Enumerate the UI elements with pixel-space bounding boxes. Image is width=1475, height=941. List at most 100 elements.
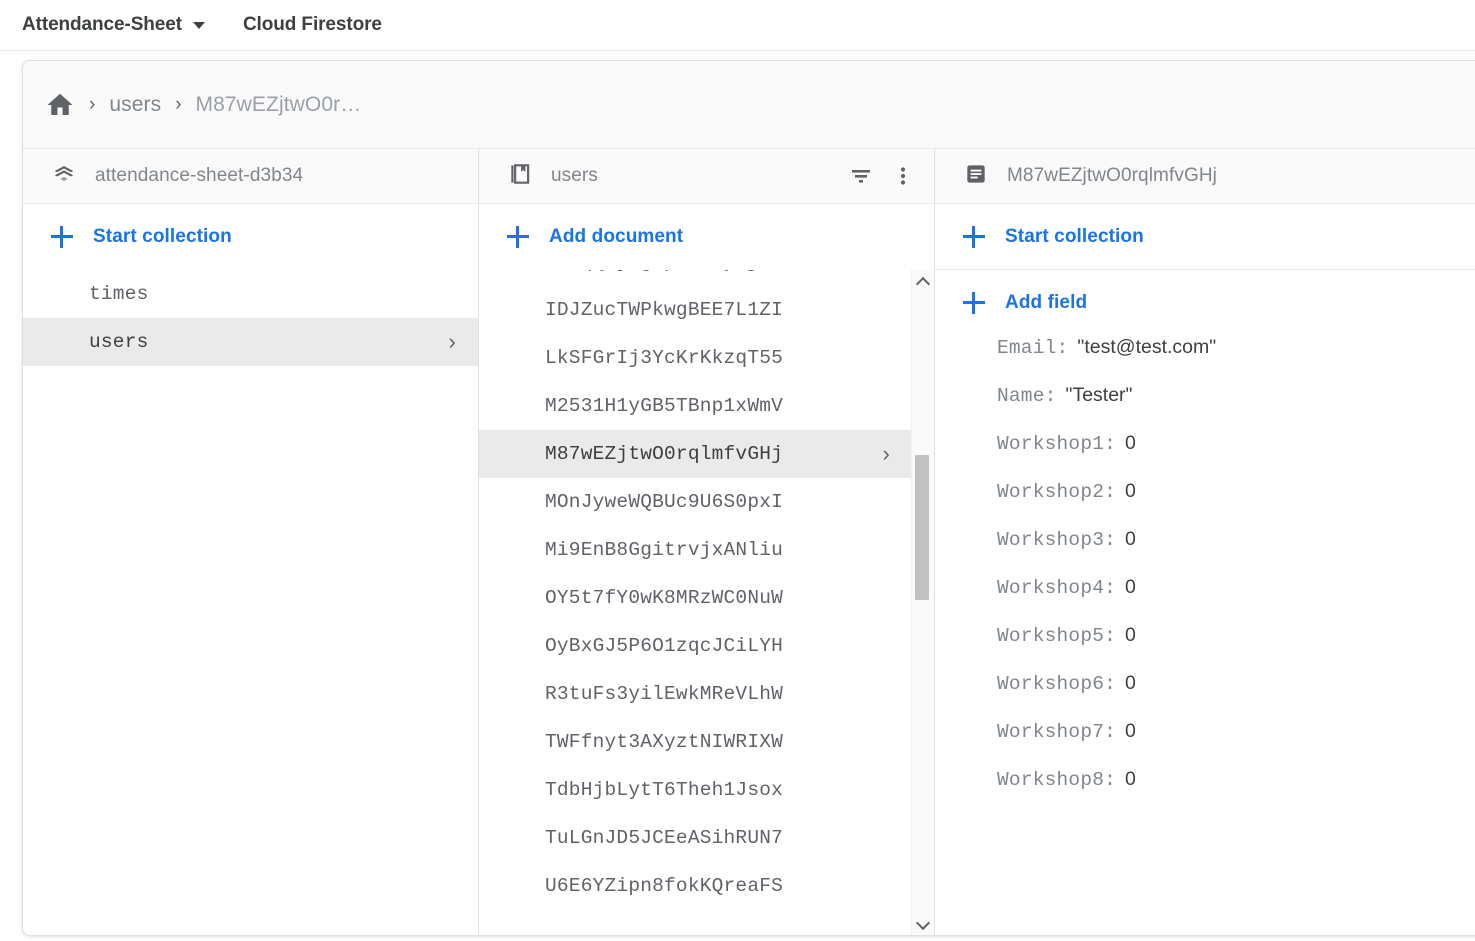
document-item-label: OyBxGJ5P6O1zqcJCiLYH — [545, 635, 783, 657]
field-row[interactable]: Workshop7: 0 — [935, 720, 1475, 768]
field-key: Workshop2: — [997, 481, 1116, 503]
add-field-label: Add field — [1005, 292, 1087, 314]
field-value: 0 — [1125, 528, 1136, 551]
document-item-label: U6E6YZipn8fokKQreaFS — [545, 875, 783, 897]
document-item-label: TWFfnyt3AXyztNIWRIXW — [545, 731, 783, 753]
collection-icon — [507, 161, 533, 192]
document-panel-header: M87wEZjtwO0rqlmfvGHj — [935, 149, 1475, 204]
document-item[interactable]: TdbHjbLytT6Theh1Jsox — [479, 766, 934, 814]
field-value: 0 — [1125, 720, 1136, 743]
field-key: Name: — [997, 385, 1057, 407]
chevron-right-icon: › — [448, 331, 456, 353]
document-item[interactable]: TuLGnJD5JCEeASihRUN7 — [479, 814, 934, 862]
document-item-label: M87wEZjtwO0rqlmfvGHj — [545, 443, 783, 465]
add-document-label: Add document — [549, 226, 683, 248]
field-row[interactable]: Name: "Tester" — [935, 384, 1475, 432]
document-item-label: TuLGnJD5JCEeASihRUN7 — [545, 827, 783, 849]
add-document-button[interactable]: Add document — [479, 204, 934, 270]
field-key: Workshop5: — [997, 625, 1116, 647]
document-item-label: R3tuFs3yilEwkMReVLhW — [545, 683, 783, 705]
document-list-viewport: FoKqQHjrgupKTify2jou IDJZucTWPkwgBEE7L1Z… — [479, 270, 934, 936]
document-item-label: LkSFGrIj3YcKrKkzqT55 — [545, 347, 783, 369]
field-row[interactable]: Workshop3: 0 — [935, 528, 1475, 576]
field-value: "test@test.com" — [1077, 336, 1216, 359]
document-item[interactable]: LkSFGrIj3YcKrKkzqT55 — [479, 334, 934, 382]
firestore-root-icon — [51, 161, 77, 192]
document-item-label: OY5t7fY0wK8MRzWC0NuW — [545, 587, 783, 609]
document-panel: M87wEZjtwO0rqlmfvGHj Start collection Ad… — [935, 149, 1475, 936]
document-item[interactable]: M2531H1yGB5TBnp1xWmV — [479, 382, 934, 430]
document-item[interactable]: OY5t7fY0wK8MRzWC0NuW — [479, 574, 934, 622]
start-collection-label: Start collection — [93, 226, 232, 248]
collection-item-label: users — [89, 331, 149, 353]
document-item[interactable]: R3tuFs3yilEwkMReVLhW — [479, 670, 934, 718]
document-item-label: IDJZucTWPkwgBEE7L1ZI — [545, 299, 783, 321]
field-key: Workshop1: — [997, 433, 1116, 455]
field-row[interactable]: Workshop5: 0 — [935, 624, 1475, 672]
field-value: 0 — [1125, 768, 1136, 791]
field-value: "Tester" — [1066, 384, 1133, 407]
document-item[interactable]: FoKqQHjrgupKTify2jou — [479, 270, 934, 286]
document-item[interactable]: U6E6YZipn8fokKQreaFS — [479, 862, 934, 910]
document-item-label: M2531H1yGB5TBnp1xWmV — [545, 395, 783, 417]
collection-panel: users — [479, 149, 935, 936]
filter-icon[interactable] — [848, 163, 874, 189]
document-item-label: Mi9EnB8GgitrvjxANliu — [545, 539, 783, 561]
root-panel-title: attendance-sheet-d3b34 — [95, 165, 303, 187]
start-collection-button-document[interactable]: Start collection — [935, 204, 1475, 270]
field-key: Workshop3: — [997, 529, 1116, 551]
field-value: 0 — [1125, 432, 1136, 455]
breadcrumb-item-document[interactable]: M87wEZjtwO0r… — [196, 93, 362, 117]
field-key: Workshop7: — [997, 721, 1116, 743]
plus-icon — [507, 226, 529, 248]
document-item[interactable]: OyBxGJ5P6O1zqcJCiLYH — [479, 622, 934, 670]
field-key: Workshop4: — [997, 577, 1116, 599]
breadcrumb-separator-1: › — [89, 94, 95, 116]
field-value: 0 — [1125, 672, 1136, 695]
top-app-bar: Attendance-Sheet Cloud Firestore — [0, 0, 1475, 51]
field-key: Workshop6: — [997, 673, 1116, 695]
collection-panel-header: users — [479, 149, 934, 204]
scroll-up-arrow-icon[interactable] — [912, 272, 934, 292]
more-vert-icon[interactable] — [890, 163, 916, 189]
document-item[interactable]: TWFfnyt3AXyztNIWRIXW — [479, 718, 934, 766]
field-row[interactable]: Email: "test@test.com" — [935, 336, 1475, 384]
document-item-selected[interactable]: M87wEZjtwO0rqlmfvGHj › — [479, 430, 934, 478]
project-name: Attendance-Sheet — [22, 14, 182, 36]
plus-icon — [963, 292, 985, 314]
scrollbar-thumb[interactable] — [915, 455, 929, 600]
root-panel-header: attendance-sheet-d3b34 — [23, 149, 478, 204]
chevron-right-icon: › — [882, 443, 890, 465]
field-value: 0 — [1125, 624, 1136, 647]
document-item[interactable]: MOnJyweWQBUc9U6S0pxI — [479, 478, 934, 526]
field-row[interactable]: Workshop2:0 — [935, 480, 1475, 528]
field-row[interactable]: Workshop1: 0 — [935, 432, 1475, 480]
start-collection-button-root[interactable]: Start collection — [23, 204, 478, 270]
document-panel-title: M87wEZjtwO0rqlmfvGHj — [1007, 165, 1217, 187]
project-switcher[interactable]: Attendance-Sheet — [22, 14, 205, 36]
field-list: Email: "test@test.com" Name: "Tester" Work… — [935, 336, 1475, 816]
document-item[interactable]: IDJZucTWPkwgBEE7L1ZI — [479, 286, 934, 334]
collection-panel-title: users — [551, 165, 598, 187]
field-key: Email: — [997, 337, 1068, 359]
add-field-button[interactable]: Add field — [935, 270, 1475, 336]
field-row[interactable]: Workshop8:0 — [935, 768, 1475, 816]
document-list: FoKqQHjrgupKTify2jou IDJZucTWPkwgBEE7L1Z… — [479, 270, 934, 910]
collection-item-users[interactable]: users › — [23, 318, 478, 366]
chevron-down-icon[interactable] — [193, 22, 205, 29]
home-icon[interactable] — [45, 90, 75, 120]
document-item[interactable]: Mi9EnB8GgitrvjxANliu — [479, 526, 934, 574]
document-list-scrollbar[interactable] — [911, 270, 934, 936]
collection-item-times[interactable]: times — [23, 270, 478, 318]
field-row[interactable]: Workshop6: 0 — [935, 672, 1475, 720]
field-value: 0 — [1125, 576, 1136, 599]
document-item-label: TdbHjbLytT6Theh1Jsox — [545, 779, 783, 801]
plus-icon — [51, 226, 73, 248]
firestore-data-card: › users › M87wEZjtwO0r… attendance-sheet… — [22, 60, 1475, 936]
breadcrumb-item-users[interactable]: users — [109, 93, 161, 117]
field-row[interactable]: Workshop4: 0 — [935, 576, 1475, 624]
root-panel: attendance-sheet-d3b34 Start collection … — [23, 149, 479, 936]
collection-item-label: times — [89, 283, 149, 305]
scroll-down-arrow-icon[interactable] — [912, 914, 934, 934]
breadcrumb-separator-2: › — [175, 94, 181, 116]
